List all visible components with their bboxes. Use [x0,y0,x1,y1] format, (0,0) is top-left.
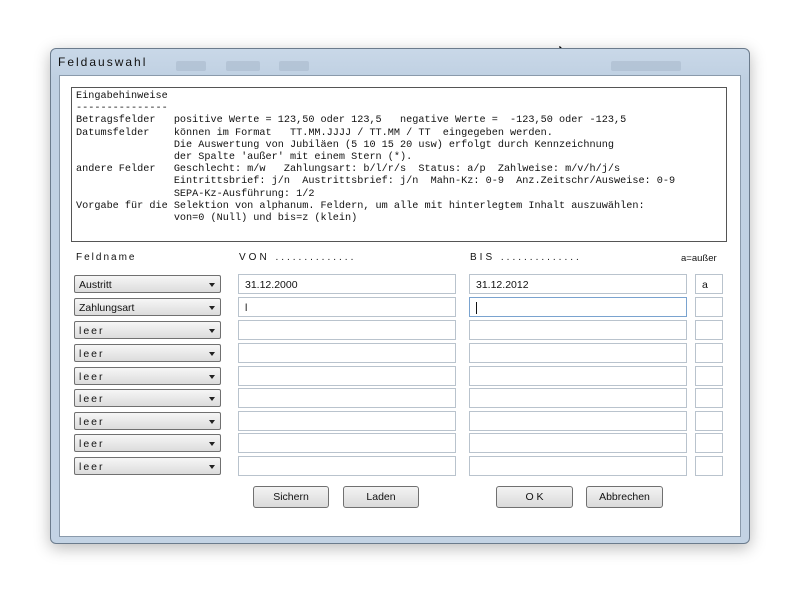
chevron-down-icon [209,397,215,401]
chevron-down-icon [209,465,215,469]
hint-line: SEPA-Kz-Ausführung: 1/2 [76,188,315,200]
feldname-select-value: leer [79,325,105,337]
input-hints-box: Eingabehinweise --------------- Betragsf… [71,87,727,242]
feldname-select-value: leer [79,438,105,450]
von-input[interactable] [238,366,456,386]
bis-input[interactable] [469,456,687,476]
ausser-input[interactable]: a [695,274,723,294]
chevron-down-icon [209,375,215,379]
title-bar[interactable]: Feldauswahl [51,49,749,75]
bis-input[interactable] [469,366,687,386]
feldname-select-value: leer [79,348,105,360]
ausser-input[interactable] [695,366,723,386]
chevron-down-icon [209,306,215,310]
sichern-button[interactable]: Sichern [253,486,329,508]
ausser-input[interactable] [695,320,723,340]
chevron-down-icon [209,352,215,356]
chevron-down-icon [209,329,215,333]
abbrechen-button[interactable]: Abbrechen [586,486,663,508]
dialog-content: Eingabehinweise --------------- Betragsf… [59,75,741,537]
hint-line: --------------- [76,103,168,115]
feldname-select[interactable]: leer [74,367,221,385]
von-input[interactable] [238,388,456,408]
ausser-input[interactable] [695,343,723,363]
bis-input[interactable]: 31.12.2012 [469,274,687,294]
bis-value: 31.12.2012 [476,279,529,291]
bis-input[interactable] [469,320,687,340]
feldname-select-value: Zahlungsart [79,302,135,314]
ausser-input[interactable] [695,297,723,317]
feldname-select[interactable]: Austritt [74,275,221,293]
feldname-select[interactable]: Zahlungsart [74,298,221,316]
hint-line: Eingabehinweise [76,91,168,102]
feldname-select[interactable]: leer [74,389,221,407]
chevron-down-icon [209,442,215,446]
feldname-select-value: leer [79,393,105,405]
hint-line: Betragsfelder positive Werte = 123,50 od… [76,115,627,127]
window-title: Feldauswahl [58,55,148,69]
von-value: 31.12.2000 [245,279,298,291]
von-input[interactable]: 31.12.2000 [238,274,456,294]
ausser-input[interactable] [695,411,723,431]
hint-line: von=0 (Null) und bis=z (klein) [76,212,358,224]
von-input[interactable] [238,433,456,453]
feldname-select[interactable]: leer [74,412,221,430]
von-input[interactable] [238,456,456,476]
feldname-select[interactable]: leer [74,434,221,452]
feldname-select[interactable]: leer [74,344,221,362]
von-input[interactable] [238,320,456,340]
feldname-select-value: leer [79,461,105,473]
ok-button[interactable]: O K [496,486,573,508]
feldname-select[interactable]: leer [74,321,221,339]
feldname-select-value: leer [79,416,105,428]
column-header-ausser: a=außer [681,253,717,264]
hint-line: der Spalte 'außer' mit einem Stern (*). [76,151,413,163]
hint-line: Die Auswertung von Jubiläen (5 10 15 20 … [76,139,614,151]
bis-input[interactable] [469,411,687,431]
hint-line: andere Felder Geschlecht: m/w Zahlungsar… [76,164,621,176]
column-header-von: VON .............. [239,252,357,263]
feldname-select[interactable]: leer [74,457,221,475]
von-input[interactable] [238,343,456,363]
feldauswahl-dialog: Feldauswahl Eingabehinweise ------------… [50,48,750,544]
hint-line: Eintrittsbrief: j/n Austrittsbrief: j/n … [76,176,676,188]
hint-line: Vorgabe für die Selektion von alphanum. … [76,200,645,212]
column-header-feldname: Feldname [76,252,137,263]
bis-input[interactable] [469,297,687,317]
text-caret [476,302,477,314]
chevron-down-icon [209,420,215,424]
hint-line: Datumsfelder können im Format TT.MM.JJJJ… [76,127,553,139]
von-input[interactable] [238,411,456,431]
ausser-value: a [702,279,708,291]
bis-input[interactable] [469,343,687,363]
laden-button[interactable]: Laden [343,486,419,508]
column-header-bis: BIS .............. [470,252,582,263]
ausser-input[interactable] [695,388,723,408]
von-input[interactable]: l [238,297,456,317]
von-value: l [245,302,248,314]
ausser-input[interactable] [695,433,723,453]
feldname-select-value: Austritt [79,279,112,291]
ausser-input[interactable] [695,456,723,476]
bis-input[interactable] [469,433,687,453]
chevron-down-icon [209,283,215,287]
bis-input[interactable] [469,388,687,408]
feldname-select-value: leer [79,371,105,383]
